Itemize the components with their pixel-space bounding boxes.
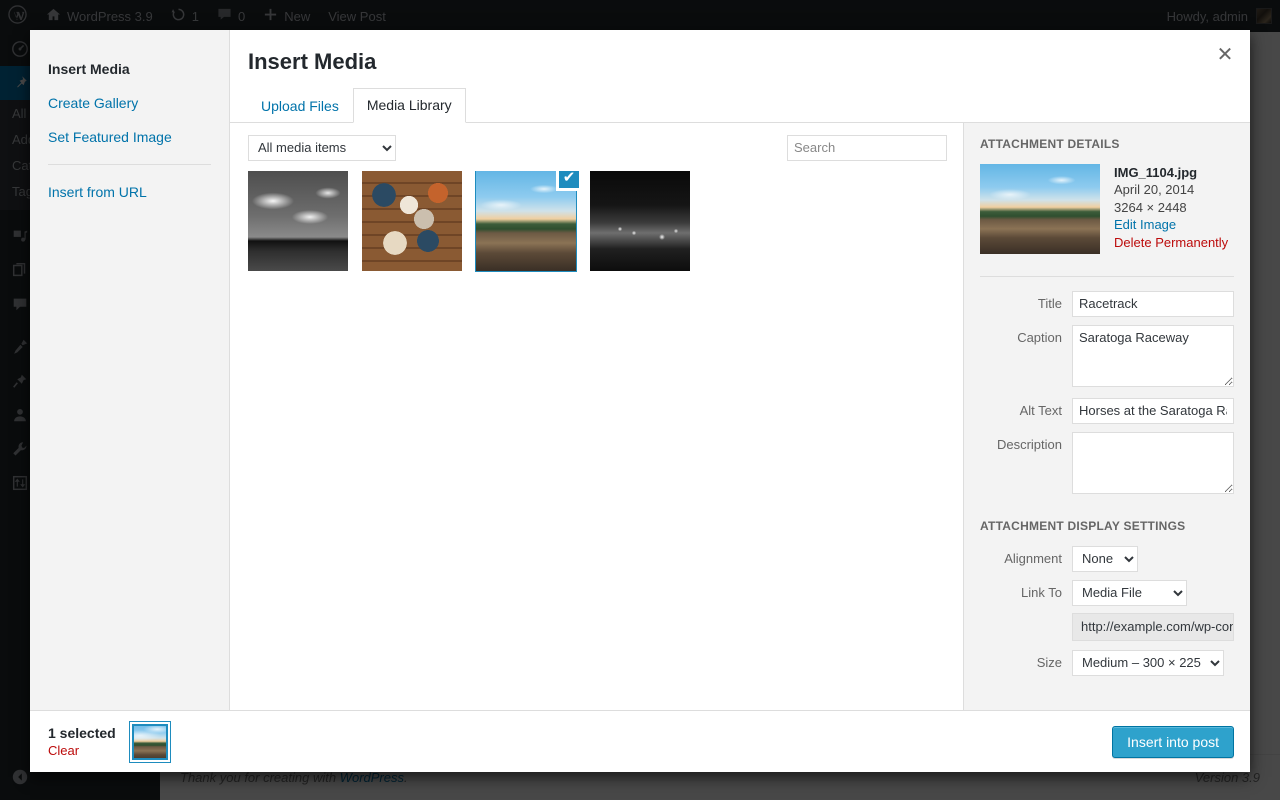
alignment-select[interactable]: None xyxy=(1072,546,1138,572)
attachment-night-street[interactable] xyxy=(590,171,690,271)
alignment-label: Alignment xyxy=(980,546,1072,572)
tab-upload-files[interactable]: Upload Files xyxy=(247,89,353,123)
link-url-field[interactable]: http://example.com/wp-content/uploads/20… xyxy=(1072,613,1234,641)
attachment-details-title: ATTACHMENT DETAILS xyxy=(980,137,1234,151)
modal-title: Insert Media xyxy=(230,30,1250,87)
attachment-info: IMG_1104.jpg April 20, 2014 3264 × 2448 … xyxy=(980,164,1234,268)
size-control: Medium – 300 × 225 xyxy=(1072,650,1234,676)
size-label: Size xyxy=(980,650,1072,676)
attachment-filename: IMG_1104.jpg xyxy=(1114,164,1228,182)
size-select[interactable]: Medium – 300 × 225 xyxy=(1072,650,1224,676)
library-row: All media items ✔ xyxy=(230,123,1250,710)
tab-label: Media Library xyxy=(367,97,452,113)
selection-text: 1 selected Clear xyxy=(48,725,116,758)
link-to-select[interactable]: Media File xyxy=(1072,580,1187,606)
modal-footer-toolbar: 1 selected Clear Insert into post xyxy=(30,710,1250,772)
description-label: Description xyxy=(980,432,1072,458)
alignment-control: None xyxy=(1072,546,1234,572)
caption-textarea[interactable]: Saratoga Raceway xyxy=(1072,325,1234,387)
media-filter-select[interactable]: All media items xyxy=(248,135,396,161)
attachment-preview-image xyxy=(980,164,1100,254)
attachment-date: April 20, 2014 xyxy=(1114,181,1228,199)
title-control xyxy=(1072,291,1234,317)
modal-body: Insert Media Create Gallery Set Featured… xyxy=(30,30,1250,710)
selected-attachment-thumbnail[interactable] xyxy=(130,722,170,762)
field-alt-text: Alt Text xyxy=(980,398,1234,424)
attachments-grid: ✔ xyxy=(230,171,963,710)
router-item-insert-from-url[interactable]: Insert from URL xyxy=(30,175,229,209)
search-input[interactable] xyxy=(787,135,947,161)
insert-media-modal: ✕ Insert Media Create Gallery Set Featur… xyxy=(30,30,1250,772)
insert-into-post-button[interactable]: Insert into post xyxy=(1112,726,1234,758)
delete-permanently-link[interactable]: Delete Permanently xyxy=(1114,234,1228,252)
router-item-label: Create Gallery xyxy=(48,95,138,111)
details-divider xyxy=(980,276,1234,277)
attachment-coffee-table[interactable] xyxy=(362,171,462,271)
field-caption: Caption Saratoga Raceway xyxy=(980,325,1234,390)
field-link-to: Link To Media File http://example.com/wp… xyxy=(980,580,1234,641)
modal-router-menu: Insert Media Create Gallery Set Featured… xyxy=(30,30,230,710)
attachment-dimensions: 3264 × 2448 xyxy=(1114,199,1228,217)
alt-text-label: Alt Text xyxy=(980,398,1072,424)
router-item-label: Set Featured Image xyxy=(48,129,172,145)
alt-text-control xyxy=(1072,398,1234,424)
router-item-create-gallery[interactable]: Create Gallery xyxy=(30,86,229,120)
title-label: Title xyxy=(980,291,1072,317)
description-textarea[interactable] xyxy=(1072,432,1234,494)
title-input[interactable] xyxy=(1072,291,1234,317)
display-settings-title: ATTACHMENT DISPLAY SETTINGS xyxy=(980,519,1234,533)
router-item-insert-media[interactable]: Insert Media xyxy=(30,52,229,86)
caption-control: Saratoga Raceway xyxy=(1072,325,1234,390)
router-item-label: Insert from URL xyxy=(48,184,147,200)
router-item-set-featured-image[interactable]: Set Featured Image xyxy=(30,120,229,154)
router-separator xyxy=(48,164,211,165)
alt-text-input[interactable] xyxy=(1072,398,1234,424)
modal-content: Insert Media Upload Files Media Library … xyxy=(230,30,1250,710)
link-to-label: Link To xyxy=(980,580,1072,606)
attachment-thumbnail xyxy=(248,171,348,271)
attachment-racetrack[interactable]: ✔ xyxy=(476,171,576,271)
attachment-details-sidebar: ATTACHMENT DETAILS IMG_1104.jpg April 20… xyxy=(963,123,1250,710)
router-item-label: Insert Media xyxy=(48,61,130,77)
tab-label: Upload Files xyxy=(261,98,339,114)
field-description: Description xyxy=(980,432,1234,497)
attachment-seascape-clouds[interactable] xyxy=(248,171,348,271)
tab-media-library[interactable]: Media Library xyxy=(353,88,466,123)
modal-tabs: Upload Files Media Library xyxy=(230,87,1250,123)
display-settings-section: ATTACHMENT DISPLAY SETTINGS Alignment No… xyxy=(980,519,1234,676)
selected-count: 1 selected xyxy=(48,725,116,743)
attachment-thumbnail xyxy=(590,171,690,271)
description-control xyxy=(1072,432,1234,497)
clear-selection-link[interactable]: Clear xyxy=(48,743,116,758)
attachment-thumbnail xyxy=(362,171,462,271)
checkmark-icon[interactable]: ✔ xyxy=(556,171,582,191)
attachment-meta: IMG_1104.jpg April 20, 2014 3264 × 2448 … xyxy=(1114,164,1228,254)
link-to-control: Media File http://example.com/wp-content… xyxy=(1072,580,1234,641)
media-library-pane: All media items ✔ xyxy=(230,123,963,710)
library-toolbar: All media items xyxy=(230,123,963,171)
field-alignment: Alignment None xyxy=(980,546,1234,572)
field-size: Size Medium – 300 × 225 xyxy=(980,650,1234,676)
caption-label: Caption xyxy=(980,325,1072,351)
selection-summary: 1 selected Clear xyxy=(48,722,170,762)
field-title: Title xyxy=(980,291,1234,317)
edit-image-link[interactable]: Edit Image xyxy=(1114,216,1228,234)
